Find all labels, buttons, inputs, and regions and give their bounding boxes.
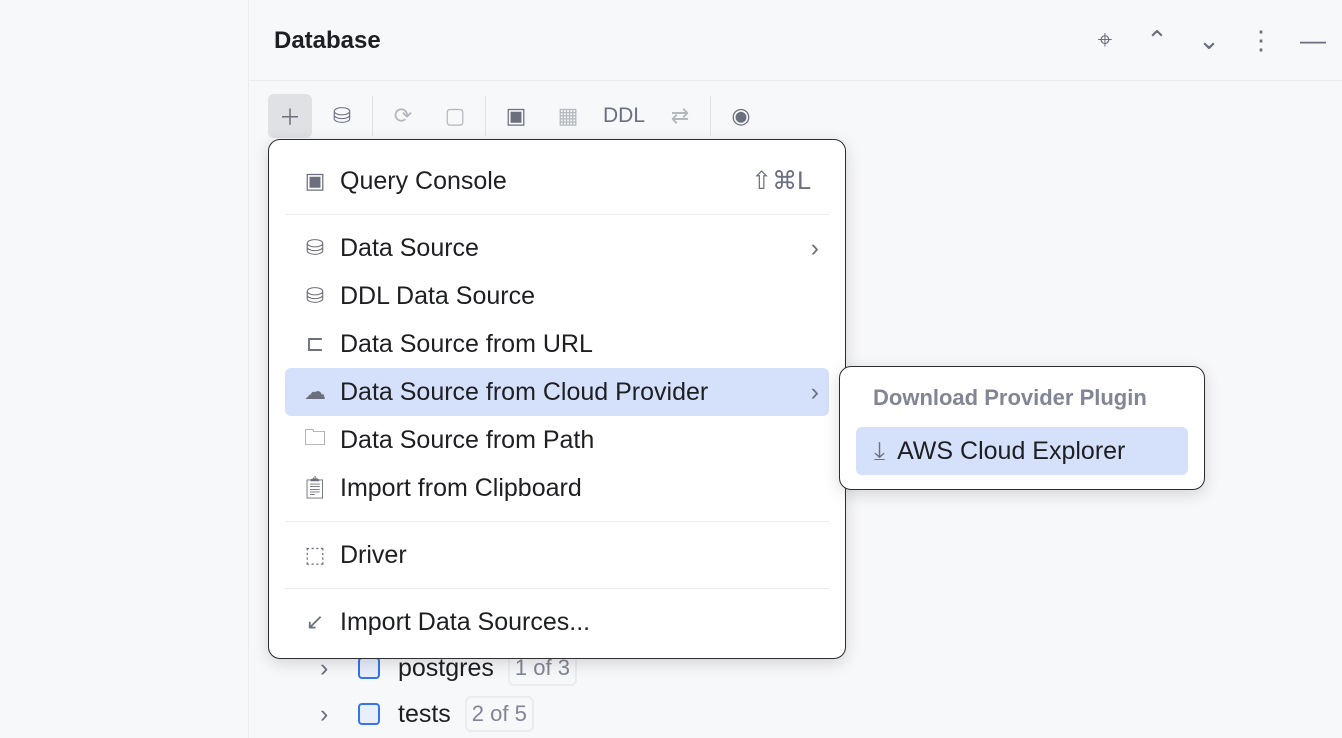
menu-item-driver[interactable]: ⬚ Driver xyxy=(285,531,829,579)
cloud-icon: ☁ xyxy=(301,379,329,405)
cloud-provider-submenu: Download Provider Plugin ⤓ AWS Cloud Expl… xyxy=(839,366,1205,490)
refresh-icon[interactable]: ⟳ xyxy=(381,94,425,138)
add-menu: ▣ Query Console ⇧⌘L ⛁ Data Source › ⛁ DDL Dat… xyxy=(268,139,846,659)
folder-icon: 🗀 xyxy=(301,421,329,459)
console-icon[interactable]: ▣ xyxy=(494,94,538,138)
panel-title: Database xyxy=(274,27,381,55)
menu-item-label: Query Console xyxy=(340,167,507,196)
menu-item-label: Import from Clipboard xyxy=(340,474,582,503)
more-options-icon[interactable]: ⋮ xyxy=(1246,22,1276,58)
menu-item-query-console[interactable]: ▣ Query Console ⇧⌘L xyxy=(285,157,829,205)
menu-separator xyxy=(285,521,829,522)
disconnect-icon[interactable]: ▢ xyxy=(433,94,477,138)
menu-item-label: AWS Cloud Explorer xyxy=(897,437,1125,466)
submenu-header: Download Provider Plugin xyxy=(856,381,1188,415)
schema-icon xyxy=(358,657,380,679)
left-panel xyxy=(0,0,249,738)
plug-icon: ⊏ xyxy=(301,331,329,357)
data-source-properties-icon[interactable]: ⛁ xyxy=(320,94,364,138)
table-icon[interactable]: ▦ xyxy=(546,94,590,138)
menu-item-data-source-url[interactable]: ⊏ Data Source from URL xyxy=(285,320,829,368)
menu-item-label: Data Source from URL xyxy=(340,330,593,359)
view-options-icon[interactable]: ◉ xyxy=(719,94,763,138)
locate-icon[interactable]: ⌖ xyxy=(1090,22,1120,58)
import-icon: ↙ xyxy=(301,609,329,635)
menu-item-cloud-provider[interactable]: ☁ Data Source from Cloud Provider › xyxy=(285,368,829,416)
driver-icon: ⬚ xyxy=(301,542,329,568)
add-icon[interactable]: ＋ xyxy=(268,94,312,138)
menu-item-import-clipboard[interactable]: 📋︎ Import from Clipboard xyxy=(285,464,829,512)
menu-item-ddl-data-source[interactable]: ⛁ DDL Data Source xyxy=(285,272,829,320)
menu-item-data-source[interactable]: ⛁ Data Source › xyxy=(285,224,829,272)
clipboard-icon: 📋︎ xyxy=(301,475,329,501)
tree-item-label: tests xyxy=(398,700,451,729)
menu-item-aws-cloud-explorer[interactable]: ⤓ AWS Cloud Explorer xyxy=(856,427,1188,475)
chevron-right-icon: › xyxy=(811,234,819,263)
menu-separator xyxy=(285,588,829,589)
toolbar-separator xyxy=(710,96,711,136)
minimize-icon[interactable]: — xyxy=(1298,22,1328,58)
toolbar-separator xyxy=(485,96,486,136)
header-divider xyxy=(250,80,1342,81)
menu-item-label: Import Data Sources... xyxy=(340,608,590,637)
ddl-button[interactable]: DDL xyxy=(598,94,650,138)
menu-item-label: DDL Data Source xyxy=(340,282,535,311)
database-icon: ⛁ xyxy=(301,235,329,261)
chevron-right-icon: › xyxy=(811,378,819,407)
tree-item[interactable]: › tests 2 of 5 xyxy=(320,696,534,732)
download-icon: ⤓ xyxy=(874,437,885,466)
menu-item-label: Driver xyxy=(340,541,407,570)
toolbar-separator xyxy=(372,96,373,136)
menu-item-label: Data Source xyxy=(340,234,479,263)
expand-all-icon[interactable]: ⌃ xyxy=(1142,22,1172,58)
count-badge: 2 of 5 xyxy=(465,696,534,732)
schema-icon xyxy=(358,703,380,725)
menu-separator xyxy=(285,214,829,215)
shortcut: ⇧⌘L xyxy=(751,166,811,196)
ddl-database-icon: ⛁ xyxy=(301,283,329,309)
compare-icon[interactable]: ⇄ xyxy=(658,94,702,138)
chevron-right-icon[interactable]: › xyxy=(320,700,358,729)
menu-item-import-data-sources[interactable]: ↙ Import Data Sources... xyxy=(285,598,829,646)
menu-item-label: Data Source from Cloud Provider xyxy=(340,378,708,407)
menu-item-label: Data Source from Path xyxy=(340,426,594,455)
toolbar: ＋ ⛁ ⟳ ▢ ▣ ▦ DDL ⇄ ◉ xyxy=(268,94,763,138)
menu-item-data-source-path[interactable]: 🗀 Data Source from Path xyxy=(285,416,829,464)
console-icon: ▣ xyxy=(301,168,329,194)
collapse-all-icon[interactable]: ⌄ xyxy=(1194,22,1224,58)
